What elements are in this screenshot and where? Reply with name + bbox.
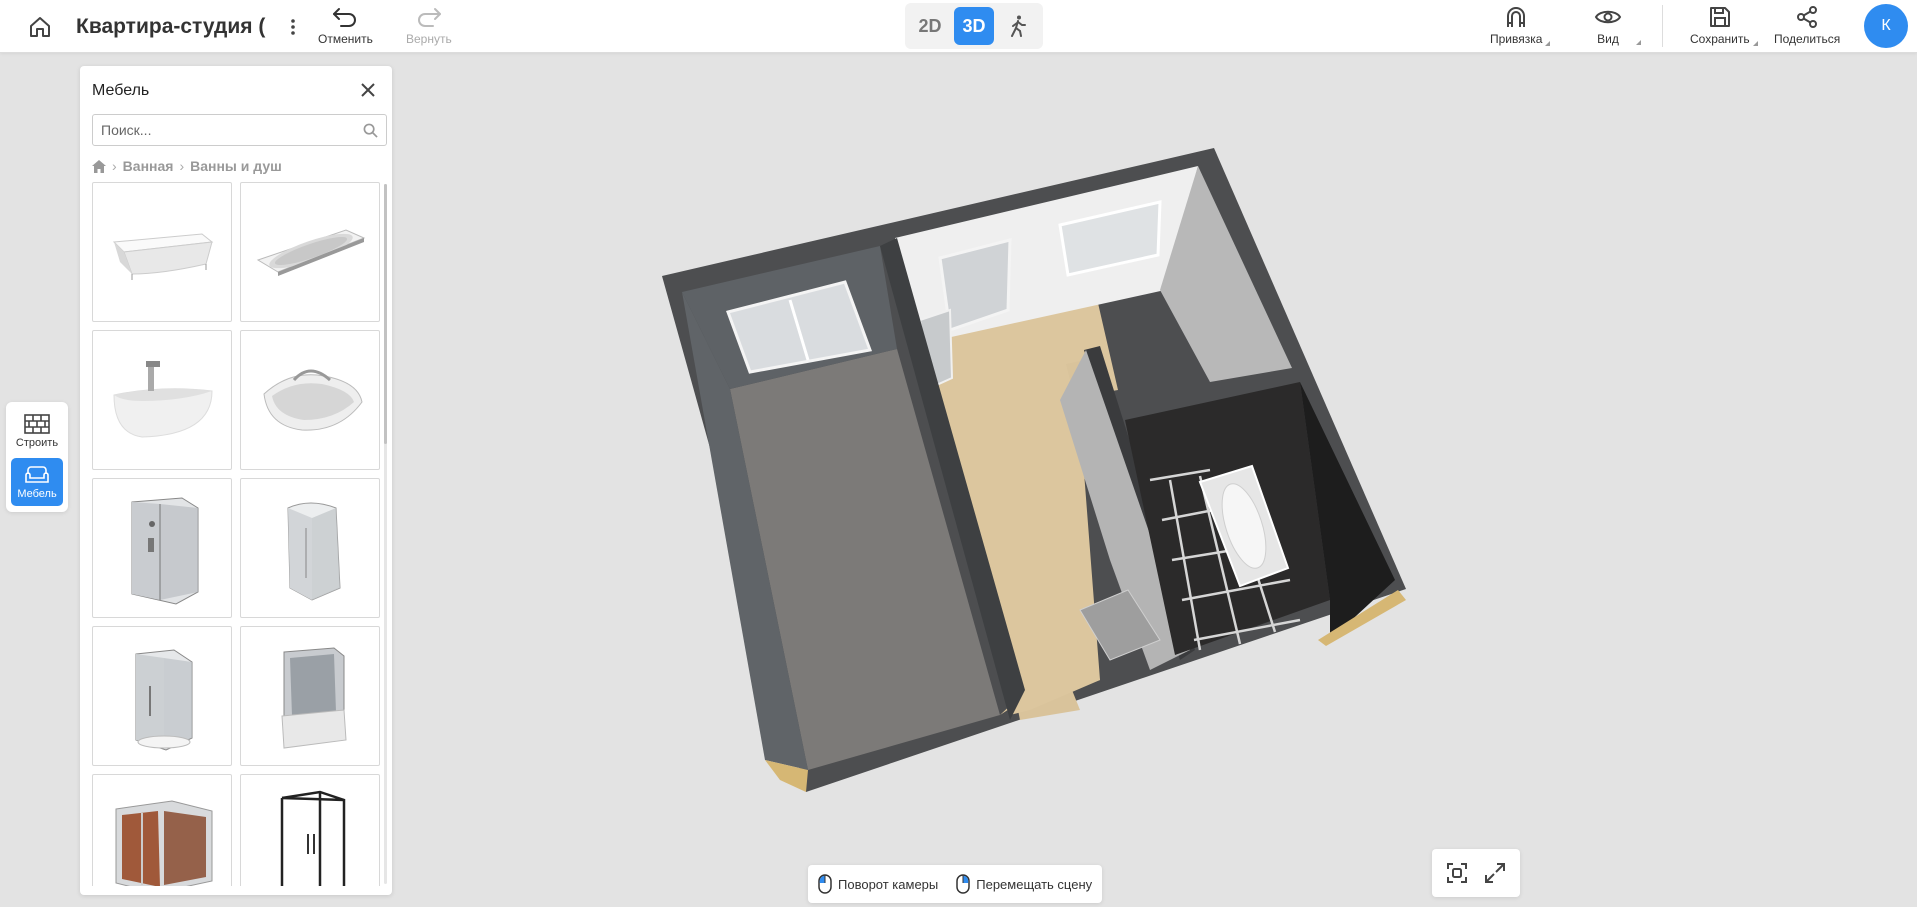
bathtub-oval-icon bbox=[256, 229, 366, 276]
search-box bbox=[92, 114, 387, 146]
redo-label: Вернуть bbox=[406, 32, 452, 46]
share-button[interactable]: Поделиться bbox=[1774, 5, 1840, 46]
controls-hint-bar: Поворот камеры Перемещать сцену bbox=[808, 865, 1103, 903]
move-hint: Перемещать сцену bbox=[956, 874, 1092, 894]
close-panel-button[interactable] bbox=[358, 80, 378, 100]
toolbar-divider bbox=[1662, 5, 1663, 47]
catalog-item[interactable] bbox=[240, 774, 380, 886]
catalog-item[interactable] bbox=[92, 478, 232, 618]
catalog-item[interactable] bbox=[92, 330, 232, 470]
mode-3d-button[interactable]: 3D bbox=[954, 7, 994, 45]
search-icon[interactable] bbox=[363, 123, 378, 138]
bathtub-corner-icon bbox=[263, 369, 363, 431]
breadcrumb-separator: › bbox=[112, 158, 117, 174]
more-vertical-icon bbox=[291, 19, 295, 35]
home-icon[interactable] bbox=[92, 159, 106, 173]
catalog-scrollbar[interactable] bbox=[384, 184, 387, 884]
shower-cabin-icon bbox=[281, 647, 347, 749]
view-options-button[interactable]: Вид bbox=[1594, 5, 1622, 46]
save-button[interactable]: Сохранить bbox=[1690, 5, 1758, 46]
shower-enclosure-icon bbox=[280, 790, 346, 886]
catalog-item[interactable] bbox=[240, 330, 380, 470]
walk-mode-button[interactable] bbox=[998, 7, 1038, 45]
floppy-disk-icon bbox=[1709, 7, 1730, 27]
snap-button[interactable]: Привязка bbox=[1490, 5, 1551, 46]
snap-label: Привязка bbox=[1490, 32, 1543, 46]
user-avatar[interactable]: К bbox=[1864, 4, 1908, 48]
project-menu-button[interactable] bbox=[285, 14, 301, 40]
view-controls bbox=[1432, 849, 1520, 897]
catalog-item[interactable] bbox=[240, 626, 380, 766]
build-tool-button[interactable]: Строить bbox=[11, 407, 63, 455]
focus-frame-icon bbox=[1447, 863, 1467, 883]
sofa-icon bbox=[25, 465, 49, 483]
dropdown-corner-icon bbox=[1636, 40, 1641, 45]
steam-shower-icon bbox=[115, 800, 213, 886]
view-label: Вид bbox=[1597, 32, 1619, 46]
catalog-item[interactable] bbox=[240, 478, 380, 618]
bathtub-freestanding-icon bbox=[113, 361, 213, 438]
rotate-hint: Поворот камеры bbox=[818, 874, 938, 894]
undo-icon bbox=[333, 8, 357, 27]
mouse-left-click-icon bbox=[818, 874, 832, 894]
breadcrumb: › Ванная › Ванны и душ bbox=[92, 158, 282, 174]
redo-icon bbox=[417, 8, 441, 27]
apartment-3d-model bbox=[662, 148, 1406, 792]
redo-button[interactable]: Вернуть bbox=[406, 5, 452, 46]
scene-viewport[interactable] bbox=[400, 54, 1917, 907]
magnet-icon bbox=[1507, 7, 1526, 27]
walking-person-icon bbox=[1011, 15, 1026, 37]
fullscreen-button[interactable] bbox=[1480, 858, 1510, 888]
shower-cabin-icon bbox=[131, 497, 199, 605]
catalog-item[interactable] bbox=[92, 182, 232, 322]
search-input[interactable] bbox=[101, 122, 363, 138]
eye-icon bbox=[1594, 10, 1622, 24]
share-icon bbox=[1797, 6, 1818, 28]
shower-cabin-icon bbox=[135, 649, 193, 751]
share-label: Поделиться bbox=[1774, 32, 1841, 46]
save-label: Сохранить bbox=[1690, 32, 1750, 46]
mouse-right-click-icon bbox=[956, 874, 970, 894]
dropdown-corner-icon bbox=[1545, 41, 1551, 46]
shower-cabin-icon bbox=[287, 502, 341, 601]
build-tool-label: Строить bbox=[15, 436, 59, 449]
undo-button[interactable]: Отменить bbox=[318, 5, 373, 46]
tool-rail: Строить Мебель bbox=[6, 402, 68, 512]
bathtub-rectangular-icon bbox=[112, 233, 214, 280]
scrollbar-thumb[interactable] bbox=[384, 184, 387, 444]
view-mode-switch: 2D 3D bbox=[905, 3, 1043, 49]
close-icon bbox=[361, 83, 375, 97]
breadcrumb-separator: › bbox=[179, 158, 185, 174]
top-bar: Квартира-студия (пл Отменить Вернуть 2D … bbox=[0, 0, 1917, 53]
focus-scene-button[interactable] bbox=[1442, 858, 1472, 888]
project-title[interactable]: Квартира-студия (пл bbox=[76, 13, 266, 41]
home-button[interactable] bbox=[26, 13, 54, 41]
catalog-item[interactable] bbox=[240, 182, 380, 322]
panel-title: Мебель bbox=[92, 82, 150, 99]
furniture-tool-label: Мебель bbox=[17, 487, 57, 500]
home-icon bbox=[30, 17, 50, 37]
mode-2d-button[interactable]: 2D bbox=[910, 7, 950, 45]
catalog-item[interactable] bbox=[92, 626, 232, 766]
breadcrumb-item-bathroom[interactable]: Ванная bbox=[123, 158, 174, 174]
furniture-tool-button[interactable]: Мебель bbox=[11, 458, 63, 506]
catalog-grid bbox=[92, 182, 382, 886]
expand-icon bbox=[1485, 863, 1505, 883]
breadcrumb-item-baths-showers[interactable]: Ванны и душ bbox=[190, 158, 282, 174]
rotate-hint-label: Поворот камеры bbox=[838, 876, 939, 892]
undo-label: Отменить bbox=[318, 32, 373, 46]
brick-wall-icon bbox=[24, 413, 50, 434]
move-hint-label: Перемещать сцену bbox=[976, 876, 1093, 892]
dropdown-corner-icon bbox=[1752, 41, 1758, 46]
catalog-item[interactable] bbox=[92, 774, 232, 886]
furniture-panel: Мебель › Ванная › Ванны и душ bbox=[80, 66, 392, 895]
